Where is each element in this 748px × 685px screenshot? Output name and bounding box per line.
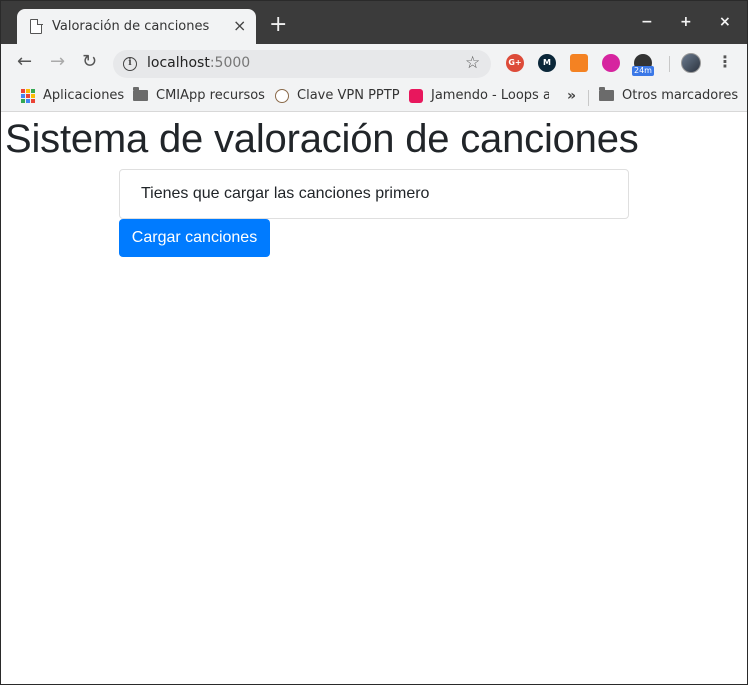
instagram-icon[interactable] — [602, 54, 620, 72]
bookmark-star-icon[interactable]: ☆ — [465, 53, 480, 73]
page-icon — [30, 18, 43, 34]
tab-strip: Valoración de canciones × + − + × — [1, 1, 747, 44]
page-content: Sistema de valoración de canciones Tiene… — [1, 113, 747, 684]
google-plus-icon[interactable]: G+ — [506, 54, 524, 72]
more-bookmarks-icon[interactable]: » — [567, 88, 576, 104]
toolbar-separator — [669, 56, 670, 72]
timer-badge: 24m — [632, 66, 654, 76]
browser-toolbar: ← → ↻ i localhost:5000 ☆ G+ M 24m ⋮ — [1, 44, 747, 82]
reload-button[interactable]: ↻ — [82, 52, 97, 72]
tab-close-icon[interactable]: × — [233, 17, 246, 35]
close-window-button[interactable]: × — [719, 13, 731, 31]
url-text: localhost:5000 — [147, 55, 251, 71]
forward-button[interactable]: → — [50, 52, 65, 72]
notice-text: Tienes que cargar las canciones primero — [141, 185, 430, 202]
bookmark-other[interactable]: Otros marcadores — [599, 87, 738, 104]
bookmark-cmiapp[interactable]: CMIApp recursos — [133, 87, 265, 104]
load-songs-button[interactable]: Cargar canciones — [119, 219, 270, 257]
page-title: Sistema de valoración de canciones — [5, 117, 639, 161]
jamendo-icon — [409, 88, 423, 103]
maximize-button[interactable]: + — [680, 13, 692, 31]
browser-window: Valoración de canciones × + − + × ← → ↻ … — [0, 0, 748, 685]
folder-icon — [133, 87, 148, 101]
bookmark-apps[interactable]: Aplicaciones — [21, 88, 124, 104]
notice-card: Tienes que cargar las canciones primero — [119, 169, 629, 219]
university-shield-icon — [275, 88, 289, 103]
rss-icon[interactable] — [570, 54, 588, 72]
bookmarks-separator — [588, 90, 589, 106]
browser-menu-icon[interactable]: ⋮ — [717, 52, 733, 72]
bookmarks-bar: Aplicaciones CMIApp recursos Clave VPN P… — [1, 82, 747, 112]
bookmark-vpn[interactable]: Clave VPN PPTP — [275, 88, 400, 104]
folder-icon — [599, 87, 614, 101]
address-bar[interactable]: i localhost:5000 ☆ — [113, 50, 491, 78]
movistar-icon[interactable]: M — [538, 54, 556, 72]
bookmark-jamendo[interactable]: Jamendo - Loops a — [409, 88, 549, 104]
new-tab-button[interactable]: + — [269, 14, 287, 36]
apps-grid-icon — [21, 88, 35, 103]
active-tab[interactable]: Valoración de canciones × — [17, 9, 256, 44]
profile-avatar[interactable] — [681, 53, 701, 73]
tab-title: Valoración de canciones — [52, 19, 210, 34]
back-button[interactable]: ← — [17, 52, 32, 72]
minimize-button[interactable]: − — [641, 13, 653, 31]
site-info-icon[interactable]: i — [123, 57, 137, 71]
